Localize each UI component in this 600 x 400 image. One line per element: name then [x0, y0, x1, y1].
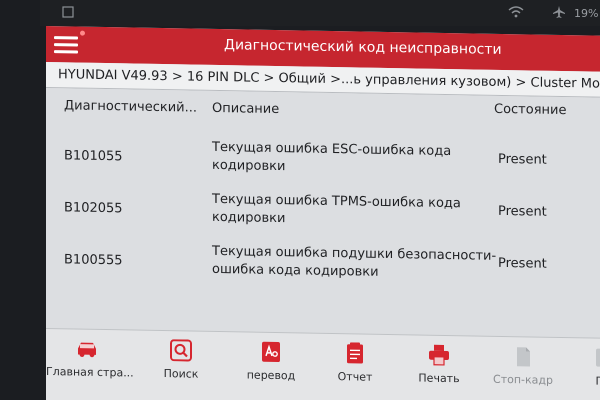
- toolbar-label: Поиск: [163, 367, 199, 381]
- table-row[interactable]: B101055 Текущая ошибка ESC-ошибка кода к…: [46, 130, 600, 190]
- toolbar-label: перевод: [246, 368, 296, 383]
- table-row[interactable]: B102055 Текущая ошибка TPMS-ошибка кода …: [46, 182, 600, 242]
- screenshot-icon: [62, 6, 74, 18]
- airplane-mode-icon: [553, 6, 565, 18]
- column-header-description[interactable]: Описание: [212, 101, 279, 117]
- help-icon: [596, 348, 600, 367]
- toolbar-label: Отчет: [337, 370, 373, 384]
- translate-icon: [262, 341, 280, 363]
- print-icon: [429, 344, 449, 366]
- dtc-code: B102055: [64, 200, 123, 217]
- menu-line: [54, 36, 78, 40]
- home-button[interactable]: Главная стра...: [46, 329, 134, 400]
- report-button[interactable]: Отчет: [314, 334, 396, 400]
- menu-line: [54, 50, 78, 54]
- column-header-state[interactable]: Состояние: [494, 102, 566, 118]
- dtc-code: B101055: [64, 148, 123, 165]
- freeze-frame-button[interactable]: Стоп-кадр: [482, 337, 564, 400]
- toolbar-label: Стоп-кадр: [493, 372, 553, 387]
- notification-dot: [80, 30, 85, 36]
- dtc-description: Текущая ошибка ESC-ошибка кода кодировки: [212, 139, 452, 175]
- wifi-icon: [508, 6, 524, 18]
- report-icon: [347, 342, 363, 364]
- column-header-code[interactable]: Диагностический...: [64, 98, 197, 115]
- dtc-state: Present: [498, 151, 547, 168]
- dtc-code: B100555: [64, 252, 123, 269]
- app-screen: Диагностический код неисправности HYUNDA…: [46, 26, 600, 400]
- status-bar: 19%: [40, 0, 600, 26]
- translate-button[interactable]: перевод: [230, 332, 312, 400]
- toolbar-label: Печать: [418, 371, 460, 386]
- menu-button[interactable]: [54, 34, 80, 54]
- print-button[interactable]: Печать: [398, 335, 480, 400]
- help-button[interactable]: По: [562, 338, 600, 400]
- toolbar-label: По: [595, 374, 600, 388]
- menu-line: [54, 43, 78, 47]
- dtc-state: Present: [498, 255, 547, 272]
- page-title: Диагностический код неисправности: [224, 37, 502, 58]
- bottom-toolbar: Главная стра... Поиск перевод Отчет Печа…: [46, 328, 600, 400]
- dtc-description: Текущая ошибка TPMS-ошибка кода кодировк…: [212, 191, 461, 227]
- search-icon: [170, 339, 192, 362]
- table-row[interactable]: B100555 Текущая ошибка подушки безопасно…: [46, 234, 600, 294]
- dtc-table: Диагностический... Описание Состояние B1…: [46, 88, 600, 360]
- dtc-state: Present: [498, 203, 547, 220]
- freeze-frame-icon: [517, 347, 530, 367]
- dtc-description: Текущая ошибка подушки безопасности-ошиб…: [212, 243, 497, 280]
- car-home-icon: [78, 342, 96, 358]
- device-frame: 19% Диагностический код неисправности HY…: [0, 0, 600, 400]
- toolbar-label: Главная стра...: [46, 365, 134, 380]
- battery-level: 19%: [574, 7, 599, 20]
- search-button[interactable]: Поиск: [140, 331, 222, 400]
